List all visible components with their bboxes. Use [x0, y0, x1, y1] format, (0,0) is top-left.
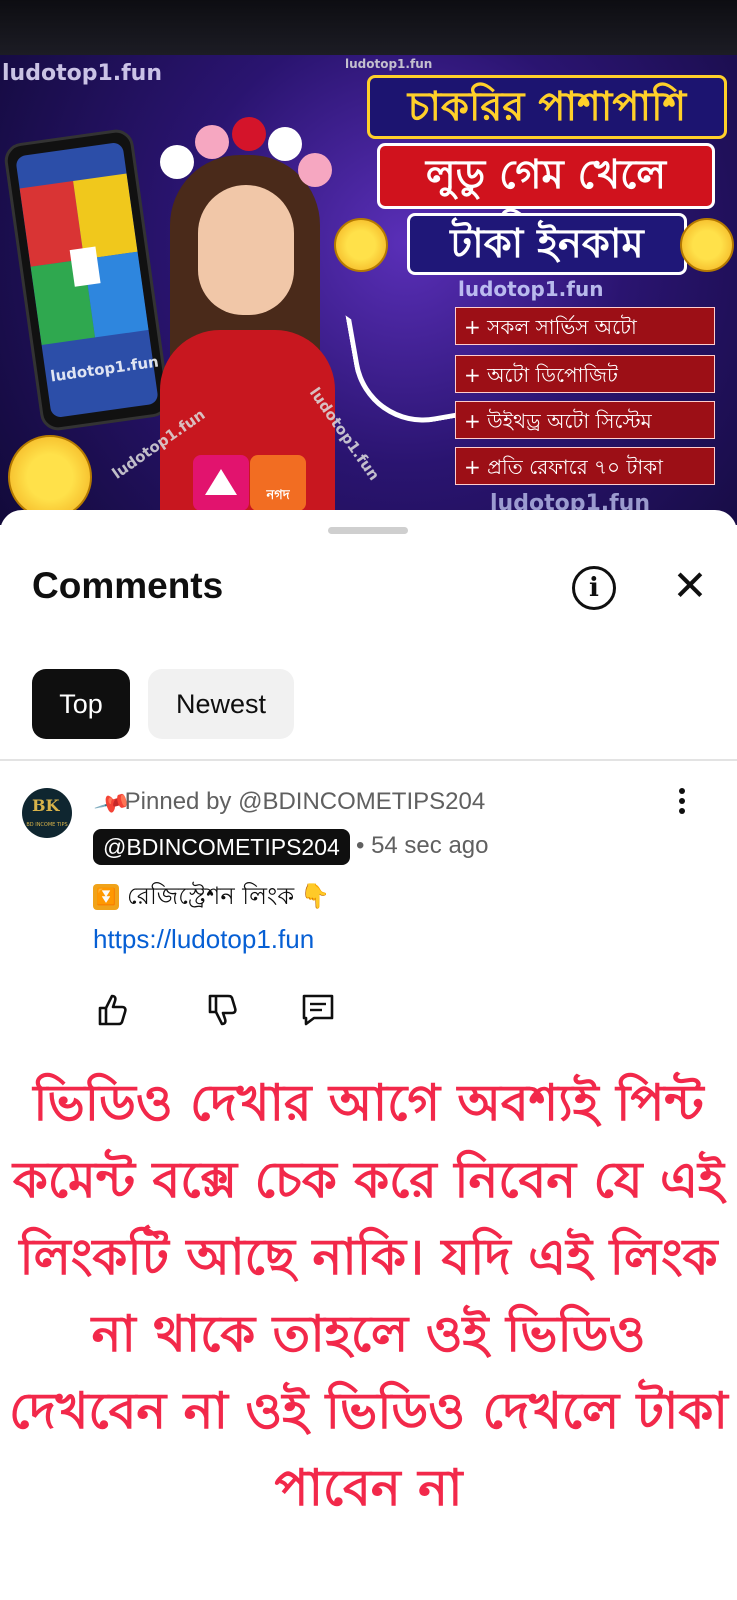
- watermark-mid: ludotop1.fun: [458, 277, 604, 301]
- money-face-emoji-icon: [680, 218, 734, 272]
- comments-title: Comments: [32, 565, 224, 606]
- pinned-by-text: Pinned by @BDINCOMETIPS204: [124, 788, 486, 815]
- comment-text: ⏬ রেজিস্ট্রেশন লিংক 👇: [93, 878, 330, 918]
- warning-message: ভিডিও দেখার আগে অবশ্যই পিন্ট কমেন্ট বক্স…: [9, 1074, 728, 1517]
- comment-time: • 54 sec ago: [356, 832, 489, 859]
- like-icon[interactable]: [92, 990, 132, 1030]
- comment-author[interactable]: @BDINCOMETIPS204: [93, 829, 350, 865]
- nagad-logo-icon: নগদ: [250, 455, 306, 511]
- feature-item: + উইথড্র অটো সিস্টেম: [455, 401, 715, 439]
- money-face-emoji-icon: [8, 435, 92, 519]
- status-bar: [0, 0, 737, 55]
- divider: [0, 759, 737, 761]
- watermark: ludotop1.fun: [2, 61, 163, 86]
- feature-item: + প্রতি রেফারে ৭০ টাকা: [455, 447, 715, 485]
- feature-item: + অটো ডিপোজিট: [455, 355, 715, 393]
- reply-icon[interactable]: [298, 990, 338, 1030]
- close-icon[interactable]: ✕: [668, 560, 712, 612]
- headline-line-3: টাকা ইনকাম: [407, 213, 687, 275]
- drag-handle[interactable]: [328, 527, 408, 534]
- headline-line-1: চাকরির পাশাপাশি: [367, 75, 727, 139]
- headline-line-2: লুডু গেম খেলে ফ্রিতে: [377, 143, 715, 256]
- feature-item: + সকল সার্ভিস অটো: [455, 307, 715, 345]
- dislike-icon[interactable]: [202, 990, 242, 1030]
- pinned-label: 📌 Pinned by @BDINCOMETIPS204: [93, 785, 486, 823]
- filter-chip-top[interactable]: Top: [32, 669, 130, 739]
- down-arrow-icon: ⏬: [93, 884, 119, 910]
- pin-icon: 📌: [92, 784, 132, 824]
- pointing-down-icon: 👇: [300, 882, 331, 910]
- video-thumbnail[interactable]: ludotop1.fun ludotop1.fun ludotop1.fun l…: [0, 55, 737, 525]
- filter-chip-newest[interactable]: Newest: [148, 669, 294, 739]
- watermark-small: ludotop1.fun: [345, 57, 433, 71]
- comment-body: রেজিস্ট্রেশন লিংক: [127, 882, 295, 910]
- avatar[interactable]: BK BD INCOME TIPS: [22, 788, 72, 838]
- info-circle-icon[interactable]: i: [572, 566, 616, 610]
- comments-sheet: Comments i ✕ Top Newest BK BD INCOME TIP…: [0, 510, 737, 1600]
- more-options-icon[interactable]: [674, 788, 690, 828]
- phone-image: [2, 127, 172, 433]
- money-face-emoji-icon: [334, 218, 388, 272]
- comment-link[interactable]: https://ludotop1.fun: [93, 924, 314, 955]
- bkash-logo-icon: [193, 455, 249, 511]
